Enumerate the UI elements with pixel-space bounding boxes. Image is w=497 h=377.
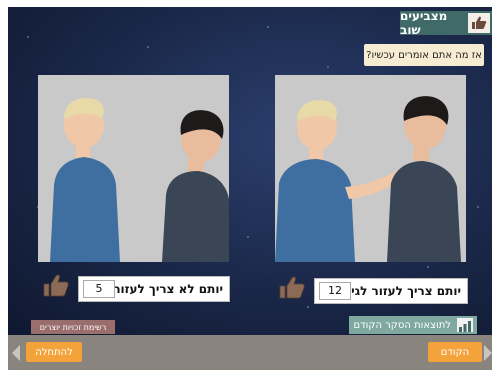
header-bar: מצביעים שוב bbox=[400, 9, 492, 37]
like-help-button[interactable] bbox=[279, 276, 305, 300]
arrow-left-icon[interactable] bbox=[12, 345, 20, 361]
question-bubble: אז מה אתם אומרים עכשיו? bbox=[364, 44, 484, 66]
option-no-help-count: 5 bbox=[83, 280, 115, 298]
previous-results-label: לתוצאות הסקר הקודם bbox=[353, 319, 451, 331]
option-no-help: יותם לא צריך לעזור לגיא 5 bbox=[78, 276, 230, 302]
page-title: מצביעים שוב bbox=[400, 9, 448, 37]
start-button[interactable]: להתחלה bbox=[26, 342, 82, 362]
app-frame: מצביעים שוב אז מה אתם אומרים עכשיו? יותם… bbox=[8, 7, 492, 370]
photo-no-help bbox=[38, 75, 229, 262]
previous-results-button[interactable]: לתוצאות הסקר הקודם bbox=[349, 316, 477, 334]
arrow-right-icon[interactable] bbox=[484, 345, 492, 361]
prev-button[interactable]: הקודם bbox=[428, 342, 482, 362]
like-no-help-button[interactable] bbox=[43, 274, 69, 298]
bar-chart-icon bbox=[457, 318, 473, 332]
option-help: יותם צריך לעזור לגיא 12 bbox=[314, 278, 468, 304]
option-help-label: יותם צריך לעזור לגיא bbox=[342, 284, 461, 298]
option-help-count: 12 bbox=[319, 282, 351, 300]
copyright-list-button[interactable]: רשימת זכויות יוצרים bbox=[31, 320, 115, 334]
bottom-nav-bar: להתחלה הקודם bbox=[8, 335, 492, 370]
photo-help bbox=[275, 75, 466, 262]
thumbs-up-icon bbox=[468, 13, 490, 33]
